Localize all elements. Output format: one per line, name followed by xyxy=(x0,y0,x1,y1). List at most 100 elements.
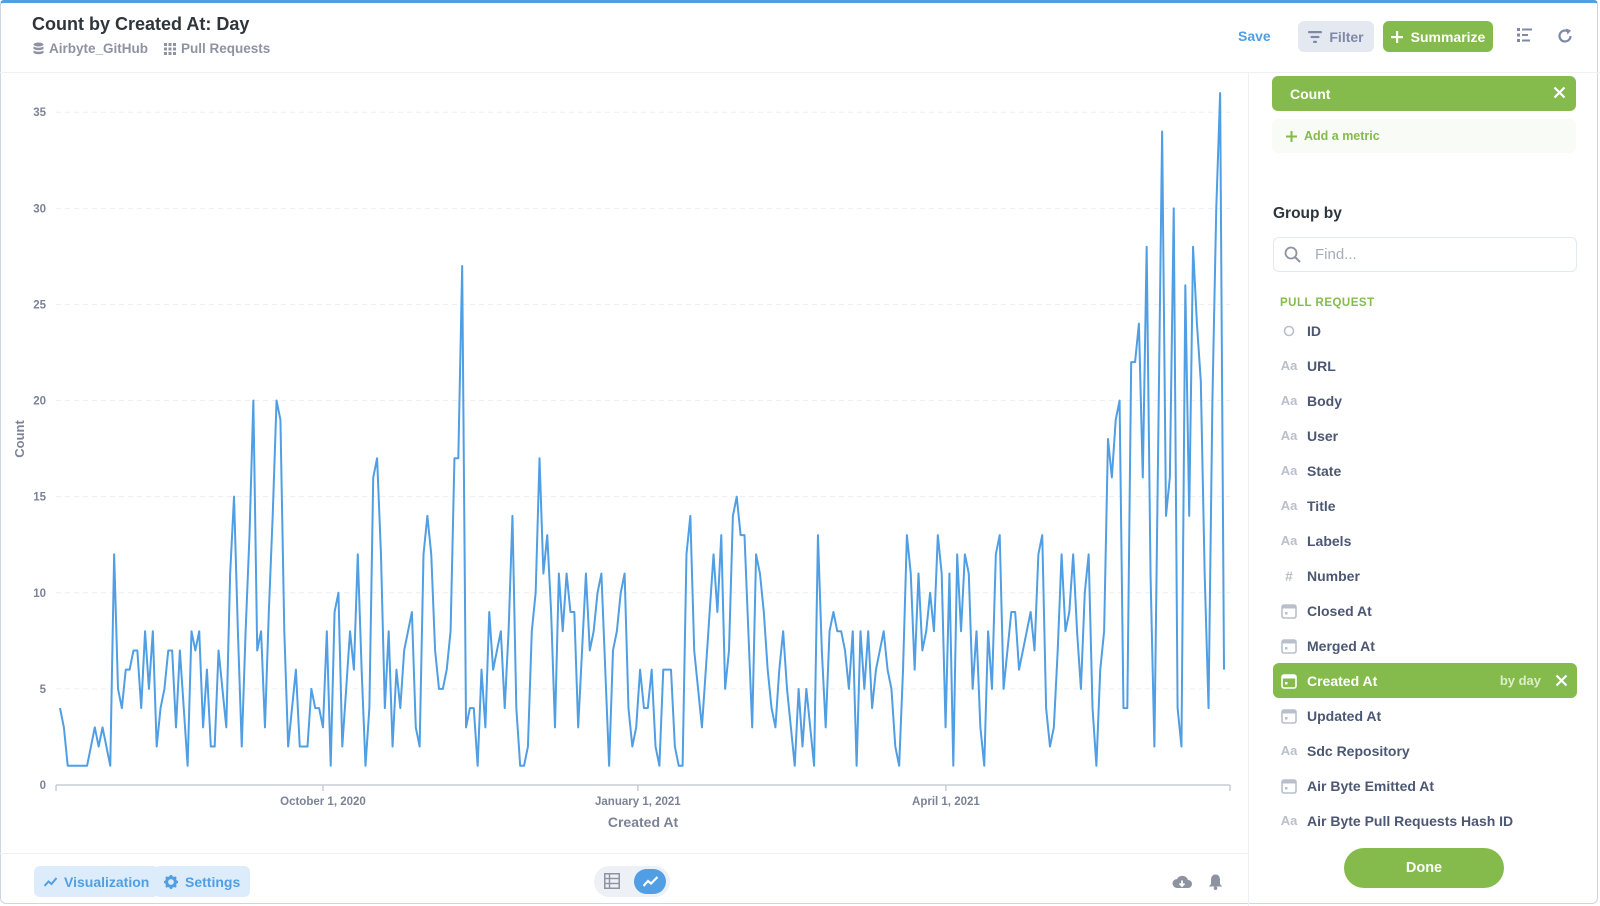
hash-icon: # xyxy=(1285,567,1293,584)
text-icon: Aa xyxy=(1280,533,1298,548)
settings-button[interactable]: Settings xyxy=(154,866,251,897)
field-list: ID Aa URL Aa Body Aa User Aa State Aa Title Aa Label… xyxy=(1273,313,1577,838)
chart-svg: 0 5 10 15 20 25 30 35 October 1, 2020 January 1, … xyxy=(12,92,1231,830)
filter-icon xyxy=(1308,30,1323,43)
y-tick-label: 30 xyxy=(33,203,46,215)
database-breadcrumb[interactable]: Airbyte_GitHub xyxy=(33,41,148,56)
y-tick-label: 20 xyxy=(33,396,46,408)
close-icon[interactable] xyxy=(1555,674,1568,687)
metric-label: Count xyxy=(1290,86,1331,102)
field-item[interactable]: # Number xyxy=(1273,558,1577,593)
close-icon[interactable] xyxy=(1553,86,1566,99)
field-label: State xyxy=(1307,462,1342,479)
field-label: Body xyxy=(1307,392,1342,409)
database-icon xyxy=(33,42,44,55)
field-item[interactable]: Closed At xyxy=(1273,593,1577,628)
plus-icon xyxy=(1390,30,1403,43)
settings-label: Settings xyxy=(185,873,241,890)
field-label: Air Byte Pull Requests Hash ID xyxy=(1307,812,1514,829)
field-item[interactable]: Aa State xyxy=(1273,453,1577,488)
circle-icon xyxy=(1280,325,1298,337)
field-label: Labels xyxy=(1307,532,1352,549)
database-name: Airbyte_GitHub xyxy=(49,41,149,56)
search-input[interactable] xyxy=(1313,245,1557,264)
y-tick-label: 15 xyxy=(33,492,46,504)
field-label: Created At xyxy=(1307,672,1378,689)
add-metric-button[interactable]: Add a metric xyxy=(1272,119,1576,153)
field-item[interactable]: Aa User xyxy=(1273,418,1577,453)
x-tick-label: October 1, 2020 xyxy=(280,796,366,808)
done-button[interactable]: Done xyxy=(1344,848,1504,888)
line-chart-icon xyxy=(642,876,658,887)
field-label: ID xyxy=(1307,322,1321,339)
field-search xyxy=(1273,237,1577,272)
field-item[interactable]: Created At by day xyxy=(1273,663,1577,698)
summarize-label: Summarize xyxy=(1410,28,1486,45)
field-label: Air Byte Emitted At xyxy=(1307,777,1435,794)
line-chart: 0 5 10 15 20 25 30 35 October 1, 2020 January 1, … xyxy=(0,73,1248,853)
calendar-icon xyxy=(1280,603,1298,619)
field-label: Sdc Repository xyxy=(1307,742,1410,759)
field-item[interactable]: Aa Sdc Repository xyxy=(1273,733,1577,768)
field-label: User xyxy=(1307,427,1339,444)
field-item[interactable]: Air Byte Emitted At xyxy=(1273,768,1577,803)
view-footer: Visualization Settings xyxy=(0,853,1248,906)
text-icon: Aa xyxy=(1280,743,1298,758)
table-name: Pull Requests xyxy=(181,41,271,56)
calendar-icon xyxy=(1280,778,1298,794)
x-tick-label: April 1, 2021 xyxy=(912,796,980,808)
y-tick-label: 5 xyxy=(40,684,47,696)
field-item[interactable]: Aa URL xyxy=(1273,348,1577,383)
field-item[interactable]: Aa Air Byte Pull Requests Hash ID xyxy=(1273,803,1577,838)
text-icon: Aa xyxy=(1280,428,1298,443)
filter-button[interactable]: Filter xyxy=(1298,21,1374,52)
group-by-heading: Group by xyxy=(1273,205,1342,222)
line-chart-icon xyxy=(44,876,57,887)
refresh-icon[interactable] xyxy=(1557,28,1573,44)
grid-icon xyxy=(164,42,177,55)
y-tick-label: 0 xyxy=(40,780,46,792)
visualization-label: Visualization xyxy=(64,873,150,890)
x-axis-label: Created At xyxy=(608,814,679,830)
table-breadcrumb[interactable]: Pull Requests xyxy=(164,41,270,56)
calendar-icon xyxy=(1280,638,1298,654)
y-tick-label: 35 xyxy=(33,107,46,119)
series-line-count[interactable] xyxy=(59,92,1225,767)
metric-count[interactable]: Count xyxy=(1272,76,1576,111)
text-icon: Aa xyxy=(1280,463,1298,478)
plus-icon xyxy=(1286,130,1297,142)
save-button[interactable]: Save xyxy=(1238,28,1271,44)
chart-view-toggle[interactable] xyxy=(634,869,666,894)
text-icon: Aa xyxy=(1280,498,1298,513)
bell-icon[interactable] xyxy=(1208,874,1223,890)
calendar-icon xyxy=(1280,673,1298,689)
field-item[interactable]: Aa Body xyxy=(1273,383,1577,418)
filter-label: Filter xyxy=(1329,28,1364,45)
field-label: Number xyxy=(1307,567,1360,584)
field-item[interactable]: Aa Title xyxy=(1273,488,1577,523)
calendar-icon xyxy=(1280,708,1298,724)
summarize-button[interactable]: Summarize xyxy=(1383,21,1493,52)
field-item[interactable]: ID xyxy=(1273,313,1577,348)
add-metric-label: Add a metric xyxy=(1304,129,1380,143)
notebook-editor-icon[interactable] xyxy=(1517,28,1532,42)
visualization-button[interactable]: Visualization xyxy=(34,866,160,897)
summarize-sidebar: Count Add a metric Group by PULL REQUEST… xyxy=(1248,73,1600,906)
download-icon[interactable] xyxy=(1172,874,1192,890)
temporal-bucket-button[interactable]: by day xyxy=(1500,673,1541,688)
field-item[interactable]: Merged At xyxy=(1273,628,1577,663)
table-view-icon[interactable] xyxy=(604,873,620,889)
view-toggle xyxy=(594,866,670,897)
x-tick-label: January 1, 2021 xyxy=(595,796,681,808)
breadcrumb: Airbyte_GitHub Pull Requests xyxy=(33,41,286,56)
field-item[interactable]: Aa Labels xyxy=(1273,523,1577,558)
field-label: URL xyxy=(1307,357,1336,374)
y-axis-label: Count xyxy=(12,420,27,458)
page-title: Count by Created At: Day xyxy=(32,14,250,34)
search-icon xyxy=(1284,246,1301,263)
y-tick-label: 10 xyxy=(33,588,46,600)
y-tick-label: 25 xyxy=(33,299,46,311)
field-item[interactable]: Updated At xyxy=(1273,698,1577,733)
gear-icon xyxy=(164,874,178,889)
field-label: Title xyxy=(1307,497,1336,514)
